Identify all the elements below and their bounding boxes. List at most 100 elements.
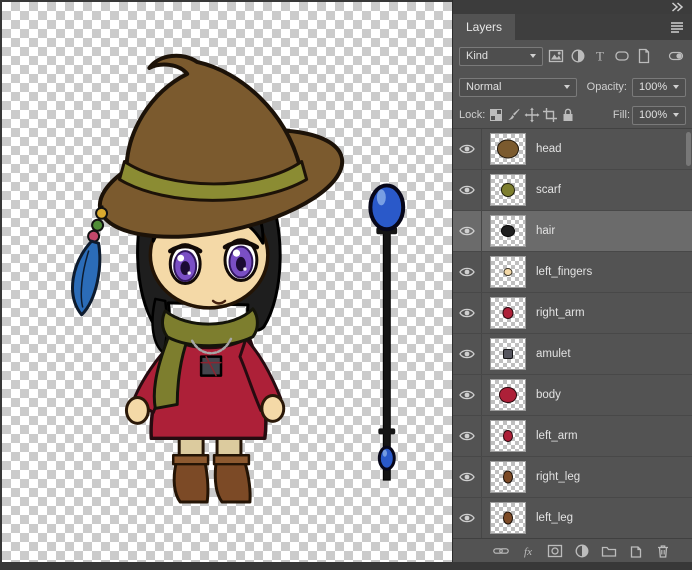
layer-name: right_arm	[536, 307, 585, 319]
blend-mode-value: Normal	[466, 81, 502, 93]
layer-row-body[interactable]: body	[453, 375, 692, 416]
layer-list-scrollbar[interactable]	[686, 132, 691, 166]
add-layer-mask-icon[interactable]	[546, 542, 564, 560]
link-layers-icon[interactable]	[492, 542, 510, 560]
layers-panel: Layers Kind T Normal Opacity: 100% Lock:	[452, 0, 692, 562]
lock-fill-row: Lock: Fill: 100%	[453, 102, 692, 128]
layer-thumbnail[interactable]	[490, 133, 526, 165]
smart-object-filter-icon[interactable]	[634, 47, 654, 65]
layer-thumbnail[interactable]	[490, 379, 526, 411]
layer-thumbnail-sprite	[503, 349, 513, 359]
layer-name: scarf	[536, 184, 561, 196]
layer-visibility-toggle[interactable]	[453, 252, 482, 292]
delete-layer-icon[interactable]	[654, 542, 672, 560]
layer-name: right_leg	[536, 471, 581, 483]
new-layer-icon[interactable]	[627, 542, 645, 560]
layer-row-hair[interactable]: hair	[453, 211, 692, 252]
opacity-dropdown[interactable]: 100%	[632, 77, 686, 97]
chevron-down-icon	[564, 85, 570, 89]
shape-layers-filter-icon[interactable]	[612, 47, 632, 65]
kind-filter-dropdown[interactable]: Kind	[459, 46, 543, 66]
layer-name: head	[536, 143, 562, 155]
canvas-artwork	[71, 53, 406, 504]
fill-value: 100%	[639, 109, 668, 121]
type-layers-filter-icon[interactable]: T	[590, 47, 610, 65]
application-window: Layers Kind T Normal Opacity: 100% Lock:	[0, 0, 692, 570]
lock-label: Lock:	[459, 109, 486, 121]
pixel-layers-filter-icon[interactable]	[546, 47, 566, 65]
layer-thumbnail[interactable]	[490, 215, 526, 247]
layer-visibility-toggle[interactable]	[453, 416, 482, 456]
panel-tab-bar: Layers	[453, 14, 692, 40]
layer-visibility-toggle[interactable]	[453, 498, 482, 538]
new-group-icon[interactable]	[600, 542, 618, 560]
layer-row-amulet[interactable]: amulet	[453, 334, 692, 375]
fill-label: Fill:	[612, 109, 630, 121]
layer-thumbnail[interactable]	[490, 256, 526, 288]
layer-visibility-toggle[interactable]	[453, 129, 482, 169]
chevron-down-icon	[673, 85, 679, 89]
layer-list: head scarf hair left_fingers right_armamulet…	[453, 128, 692, 538]
layer-row-head[interactable]: head	[453, 129, 692, 170]
layers-panel-footer: fx	[453, 538, 692, 562]
layer-thumbnail-sprite	[499, 387, 517, 403]
layer-thumbnail-sprite	[503, 470, 513, 484]
layer-thumbnail-sprite	[501, 225, 515, 237]
layer-thumbnail-sprite	[502, 307, 514, 319]
layer-row-scarf[interactable]: scarf	[453, 170, 692, 211]
staff-illustration	[368, 183, 406, 481]
blend-opacity-row: Normal Opacity: 100%	[453, 72, 692, 102]
layer-thumbnail-sprite	[497, 139, 519, 159]
character-illustration	[71, 53, 345, 504]
tab-layers[interactable]: Layers	[453, 14, 516, 40]
blend-mode-dropdown[interactable]: Normal	[459, 77, 577, 97]
layer-visibility-toggle[interactable]	[453, 293, 482, 333]
lock-all-icon[interactable]	[559, 106, 576, 124]
layer-visibility-toggle[interactable]	[453, 211, 482, 251]
layer-visibility-toggle[interactable]	[453, 375, 482, 415]
kind-filter-value: Kind	[466, 50, 489, 62]
panel-header-strip	[453, 0, 692, 14]
layer-thumbnail[interactable]	[490, 297, 526, 329]
layer-name: hair	[536, 225, 556, 237]
layer-thumbnail[interactable]	[490, 461, 526, 493]
layer-thumbnail[interactable]	[490, 338, 526, 370]
svg-text:fx: fx	[524, 546, 532, 558]
layer-name: left_leg	[536, 512, 574, 524]
layer-filter-row: Kind T	[453, 40, 692, 72]
layer-thumbnail-sprite	[501, 183, 515, 197]
svg-text:T: T	[596, 49, 604, 64]
layer-thumbnail-sprite	[503, 268, 513, 276]
opacity-value: 100%	[639, 81, 668, 93]
fill-dropdown[interactable]: 100%	[632, 105, 686, 125]
chevron-down-icon	[673, 113, 679, 117]
layer-thumbnail-sprite	[503, 511, 513, 525]
layer-row-left_arm[interactable]: left_arm	[453, 416, 692, 457]
layer-name: body	[536, 389, 561, 401]
panel-menu-icon[interactable]	[668, 19, 686, 35]
layer-name: left_fingers	[536, 266, 593, 278]
document-canvas[interactable]	[2, 2, 452, 562]
layer-row-left_fingers[interactable]: left_fingers	[453, 252, 692, 293]
layer-thumbnail[interactable]	[490, 502, 526, 534]
layer-thumbnail[interactable]	[490, 174, 526, 206]
layer-style-icon[interactable]: fx	[519, 542, 537, 560]
layer-name: amulet	[536, 348, 571, 360]
layer-row-right_arm[interactable]: right_arm	[453, 293, 692, 334]
layer-name: left_arm	[536, 430, 578, 442]
layer-row-right_leg[interactable]: right_leg	[453, 457, 692, 498]
lock-transparent-pixels-icon[interactable]	[487, 106, 504, 124]
new-adjustment-layer-icon[interactable]	[573, 542, 591, 560]
chevron-down-icon	[530, 54, 536, 58]
layer-visibility-toggle[interactable]	[453, 334, 482, 374]
layer-row-left_leg[interactable]: left_leg	[453, 498, 692, 538]
lock-position-icon[interactable]	[523, 106, 540, 124]
lock-image-pixels-icon[interactable]	[505, 106, 522, 124]
layer-visibility-toggle[interactable]	[453, 457, 482, 497]
layer-filtering-toggle[interactable]	[666, 47, 686, 65]
adjustment-layers-filter-icon[interactable]	[568, 47, 588, 65]
layer-thumbnail[interactable]	[490, 420, 526, 452]
layer-visibility-toggle[interactable]	[453, 170, 482, 210]
lock-artboard-icon[interactable]	[541, 106, 558, 124]
opacity-label: Opacity:	[586, 81, 627, 93]
